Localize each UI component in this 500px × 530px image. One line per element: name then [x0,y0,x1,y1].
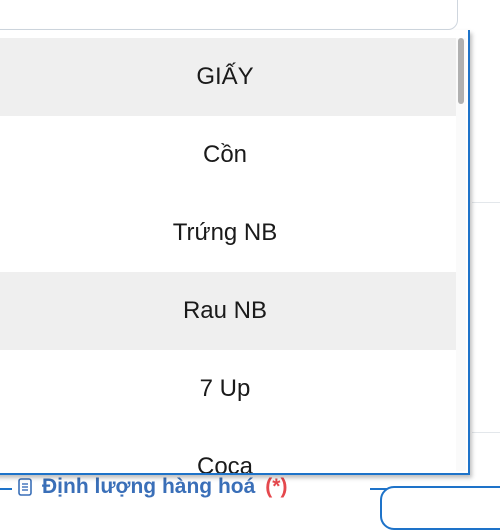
top-input-field[interactable] [0,0,458,30]
dropdown-menu[interactable]: GIẤY Cồn Trứng NB Rau NB 7 Up Coca [0,30,470,475]
document-icon [18,478,32,496]
option-label: Trứng NB [172,219,278,246]
scrollbar[interactable] [456,38,466,471]
divider [472,202,500,203]
scrollbar-thumb[interactable] [458,38,464,104]
section-title-text: Định lượng hàng hoá [42,475,256,498]
dropdown-option[interactable]: Cồn [0,116,458,194]
dropdown-option[interactable]: 7 Up [0,350,458,428]
option-label: 7 Up [199,375,251,402]
section-title: Định lượng hàng hoá (*) [18,474,287,500]
section-rule-left [0,488,12,490]
dropdown-options-list: GIẤY Cồn Trứng NB Rau NB 7 Up Coca [0,38,458,475]
dropdown-option[interactable]: Trứng NB [0,194,458,272]
dropdown-option[interactable]: GIẤY [0,38,458,116]
dropdown-option[interactable]: Coca [0,428,458,475]
dropdown-option[interactable]: Rau NB [0,272,458,350]
quantity-input-field[interactable] [380,486,500,530]
required-marker: (*) [265,475,288,498]
option-label: GIẤY [196,63,254,90]
option-label: Cồn [202,141,248,168]
option-label: Rau NB [182,297,268,324]
divider [472,432,500,433]
option-label: Coca [196,453,254,475]
